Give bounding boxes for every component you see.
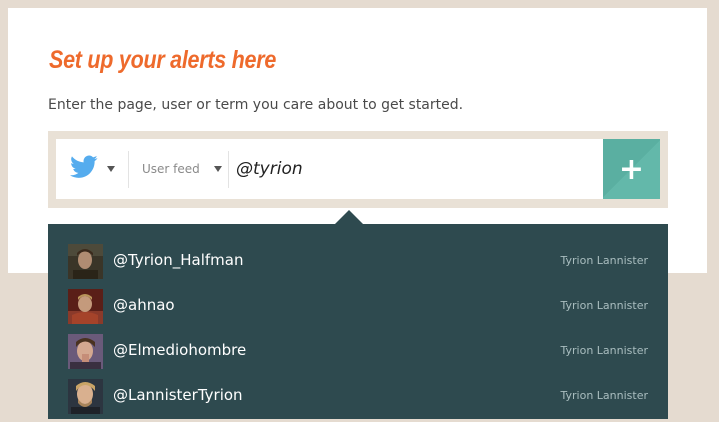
feed-type-label: User feed [142, 162, 200, 176]
search-frame: User feed + [48, 131, 668, 208]
page-subtitle: Enter the page, user or term you care ab… [48, 97, 464, 113]
source-selector[interactable] [56, 139, 128, 199]
suggestion-item[interactable]: @Elmediohombre Tyrion Lannister [48, 332, 668, 377]
suggestion-handle: @Tyrion_Halfman [113, 251, 244, 269]
source-chevron-down-icon [106, 166, 115, 172]
dropdown-pointer [335, 210, 363, 224]
suggestion-name: Tyrion Lannister [560, 344, 649, 357]
feed-chevron-down-icon [213, 166, 222, 172]
plus-icon: + [618, 151, 645, 187]
suggestion-handle: @LannisterTyrion [113, 386, 243, 404]
suggestion-name: Tyrion Lannister [560, 299, 649, 312]
avatar [68, 334, 103, 369]
suggestion-handle: @Elmediohombre [113, 341, 247, 359]
search-input[interactable] [236, 139, 596, 199]
suggestion-handle: @ahnao [113, 296, 175, 314]
avatar [68, 244, 103, 279]
avatar [68, 289, 103, 324]
page-title: Set up your alerts here [49, 46, 277, 74]
divider [228, 151, 229, 188]
add-alert-button[interactable]: + [603, 139, 660, 199]
twitter-bird-icon [69, 155, 98, 183]
suggestion-item[interactable]: @ahnao Tyrion Lannister [48, 287, 668, 332]
feed-type-dropdown[interactable]: User feed [128, 139, 228, 199]
suggestion-name: Tyrion Lannister [560, 254, 649, 267]
avatar [68, 379, 103, 414]
suggestions-dropdown: @Tyrion_Halfman Tyrion Lannister @ahnao … [48, 224, 668, 419]
suggestion-item[interactable]: @Tyrion_Halfman Tyrion Lannister [48, 242, 668, 287]
search-bar: User feed [56, 139, 603, 199]
suggestion-name: Tyrion Lannister [560, 389, 649, 402]
suggestion-item[interactable]: @LannisterTyrion Tyrion Lannister [48, 377, 668, 422]
